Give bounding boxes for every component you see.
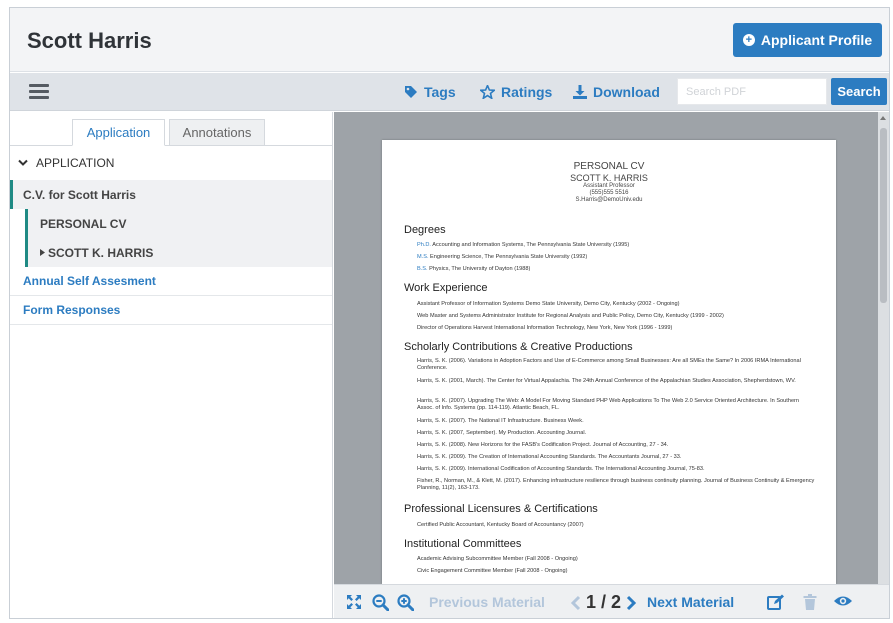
cv-section-committees: Institutional Committees <box>404 538 522 550</box>
download-button[interactable]: Download <box>573 84 660 100</box>
chevron-left-icon[interactable] <box>570 595 582 611</box>
star-icon <box>480 85 495 99</box>
header: Scott Harris + Applicant Profile <box>10 8 889 72</box>
eye-icon[interactable] <box>833 594 853 608</box>
cv-section-degrees: Degrees <box>404 224 446 236</box>
tab-annotations[interactable]: Annotations <box>169 119 265 146</box>
tags-button[interactable]: Tags <box>404 84 456 100</box>
previous-material-button[interactable]: Previous Material <box>429 594 545 610</box>
cv-scholarly-line: Fisher, R., Norman, M., & Klett, M. (201… <box>417 478 815 491</box>
sidebar-item-cv[interactable]: C.V. for Scott Harris <box>10 180 332 209</box>
cv-committee-line: Academic Advising Subcommittee Member (F… <box>417 556 578 562</box>
sidebar-item-personal-cv[interactable]: PERSONAL CV <box>25 209 332 238</box>
application-section-label: APPLICATION <box>36 156 115 170</box>
applicant-profile-button[interactable]: + Applicant Profile <box>733 23 882 57</box>
cv-work-line: Web Master and Systems Administrator Ins… <box>417 313 724 319</box>
sidebar-item-scott-k-harris[interactable]: SCOTT K. HARRIS <box>25 238 332 267</box>
search-button[interactable]: Search <box>831 78 887 105</box>
cv-scholarly-line: Harris, S. K. (2007, September). My Prod… <box>417 430 587 436</box>
viewer-scrollbar[interactable] <box>878 112 889 584</box>
cv-header: PERSONAL CV SCOTT K. HARRIS Assistant Pr… <box>382 161 836 204</box>
ratings-button[interactable]: Ratings <box>480 84 552 100</box>
tab-application[interactable]: Application <box>72 119 165 146</box>
cv-committee-line: Civic Engagement Committee Member (Fall … <box>417 568 568 574</box>
cv-title: PERSONAL CV <box>573 161 645 172</box>
sidebar: Application Annotations APPLICATION C.V.… <box>10 112 333 618</box>
scroll-up-icon[interactable] <box>880 116 886 120</box>
edit-icon[interactable] <box>767 594 785 610</box>
sidebar-tabs: Application Annotations <box>10 112 333 146</box>
toolbar: Tags Ratings Download Search <box>10 73 889 111</box>
search-pdf-input[interactable] <box>677 78 827 105</box>
cv-scholarly-line: Harris, S. K. (2006). Variations in Adop… <box>417 358 801 371</box>
tags-label: Tags <box>424 84 456 100</box>
trash-icon[interactable] <box>803 594 817 610</box>
menu-icon[interactable] <box>29 84 49 100</box>
cv-scholarly-line: Harris, S. K. (2009). International Codi… <box>417 466 705 472</box>
download-icon <box>573 85 587 99</box>
cv-degree-line: M.S. Engineering Science, The Pennsylvan… <box>417 254 588 260</box>
sidebar-item-form-label: Form Responses <box>23 303 121 317</box>
plus-circle-icon: + <box>742 34 755 46</box>
tag-icon <box>405 86 417 98</box>
sidebar-item-personal-cv-label: PERSONAL CV <box>40 216 127 231</box>
cv-phone: (555)555 5516 <box>589 189 629 196</box>
expand-icon[interactable] <box>346 594 362 610</box>
cv-section-licensures: Professional Licensures & Certifications <box>404 503 598 515</box>
viewer-controls: Previous Material 1 / 2 Next Material <box>334 584 889 618</box>
cv-scholarly-line: Harris, S. K. (2008). New Horizons for t… <box>417 442 669 448</box>
scrollbar-thumb[interactable] <box>880 128 887 303</box>
cv-scholarly-line: Harris, S. K. (2001, March). The Center … <box>417 378 796 384</box>
page-pager: 1 / 2 <box>570 592 637 613</box>
zoom-in-icon[interactable] <box>397 594 414 611</box>
sidebar-item-annual-self-assesment[interactable]: Annual Self Assesment <box>10 267 332 296</box>
cv-section-scholarly: Scholarly Contributions & Creative Produ… <box>404 341 633 353</box>
cv-degree-line: Ph.D. Accounting and Information Systems… <box>417 242 630 248</box>
cv-role: Assistant Professor <box>583 182 635 189</box>
next-material-button[interactable]: Next Material <box>647 594 734 610</box>
cv-work-line: Assistant Professor of Information Syste… <box>417 301 680 307</box>
pdf-page: PERSONAL CV SCOTT K. HARRIS Assistant Pr… <box>382 140 836 584</box>
cv-degree-line: B.S. Physics, The University of Dayton (… <box>417 266 531 272</box>
cv-scholarly-line: Harris, S. K. (2009). The Creation of In… <box>417 454 682 460</box>
sidebar-item-form-responses[interactable]: Form Responses <box>10 296 332 325</box>
chevron-down-icon <box>18 159 28 166</box>
pdf-viewer: PERSONAL CV SCOTT K. HARRIS Assistant Pr… <box>334 112 889 618</box>
cv-scholarly-line: Harris, S. K. (2007). Upgrading The Web:… <box>417 398 800 411</box>
chevron-right-icon[interactable] <box>625 595 637 611</box>
cv-work-line: Director of Operations Harvest Internati… <box>417 325 673 331</box>
download-label: Download <box>593 84 660 100</box>
sidebar-item-annual-label: Annual Self Assesment <box>23 274 156 288</box>
caret-right-icon <box>40 249 45 256</box>
sidebar-item-cv-label: C.V. for Scott Harris <box>23 187 136 202</box>
applicant-profile-label: Applicant Profile <box>760 32 873 48</box>
sidebar-item-scott-k-harris-label: SCOTT K. HARRIS <box>48 245 154 260</box>
cv-email: S.Harris@DemoUniv.edu <box>575 196 643 203</box>
page-indicator: 1 / 2 <box>586 592 622 612</box>
cv-name: SCOTT K. HARRIS <box>570 172 648 183</box>
applicant-name: Scott Harris <box>27 28 152 53</box>
cv-section-work: Work Experience <box>404 282 488 294</box>
application-section-toggle[interactable]: APPLICATION <box>10 146 332 180</box>
app-window: Scott Harris + Applicant Profile Tags Ra… <box>9 7 890 619</box>
zoom-out-icon[interactable] <box>372 594 389 611</box>
ratings-label: Ratings <box>501 84 553 100</box>
cv-licensure-line: Certified Public Accountant, Kentucky Bo… <box>417 522 584 528</box>
cv-scholarly-line: Harris, S. K. (2007). The National IT In… <box>417 418 584 424</box>
